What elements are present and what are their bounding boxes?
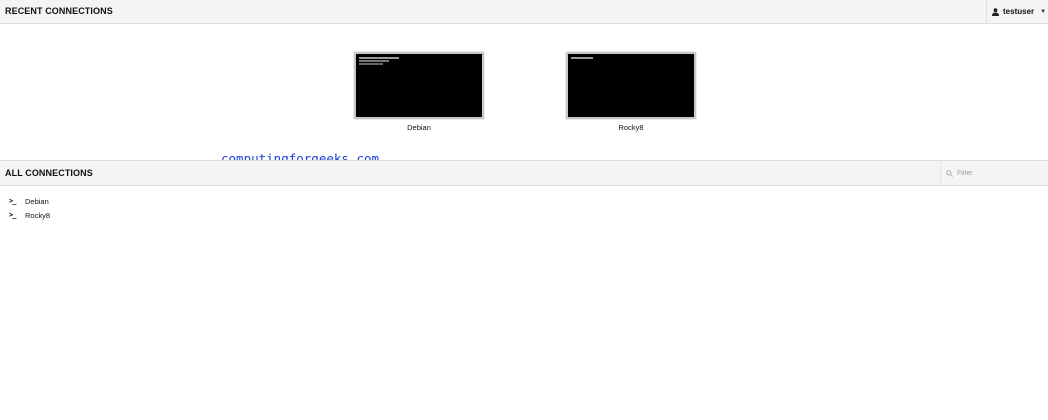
- connection-thumbnail-debian[interactable]: [354, 52, 484, 119]
- all-connections-list: >_ Debian >_ Rocky8: [9, 194, 50, 222]
- recent-connection-debian[interactable]: Debian: [354, 52, 484, 132]
- search-icon: [946, 164, 953, 182]
- recent-connection-label[interactable]: Rocky8: [566, 123, 696, 132]
- chevron-down-icon: ▼: [1040, 8, 1047, 15]
- recent-connections-title: RECENT CONNECTIONS: [5, 6, 113, 16]
- recent-connections-header: RECENT CONNECTIONS testuser ▼: [0, 0, 1048, 24]
- filter-input[interactable]: [957, 169, 1037, 177]
- user-menu-button[interactable]: testuser ▼: [986, 0, 1048, 23]
- filter-box[interactable]: [940, 161, 1048, 185]
- connection-thumbnail-rocky8[interactable]: [566, 52, 696, 119]
- connection-item-label[interactable]: Debian: [25, 197, 49, 206]
- connection-item-debian[interactable]: >_ Debian: [9, 194, 50, 208]
- all-connections-header: ALL CONNECTIONS: [0, 160, 1048, 186]
- all-connections-title: ALL CONNECTIONS: [5, 168, 93, 178]
- terminal-icon: >_: [9, 197, 16, 205]
- recent-connection-label[interactable]: Debian: [354, 123, 484, 132]
- username-label: testuser: [1003, 7, 1035, 16]
- connection-item-rocky8[interactable]: >_ Rocky8: [9, 208, 50, 222]
- recent-connection-rocky8[interactable]: Rocky8: [566, 52, 696, 132]
- connection-item-label[interactable]: Rocky8: [25, 211, 50, 220]
- terminal-icon: >_: [9, 211, 16, 219]
- user-icon: [992, 7, 999, 16]
